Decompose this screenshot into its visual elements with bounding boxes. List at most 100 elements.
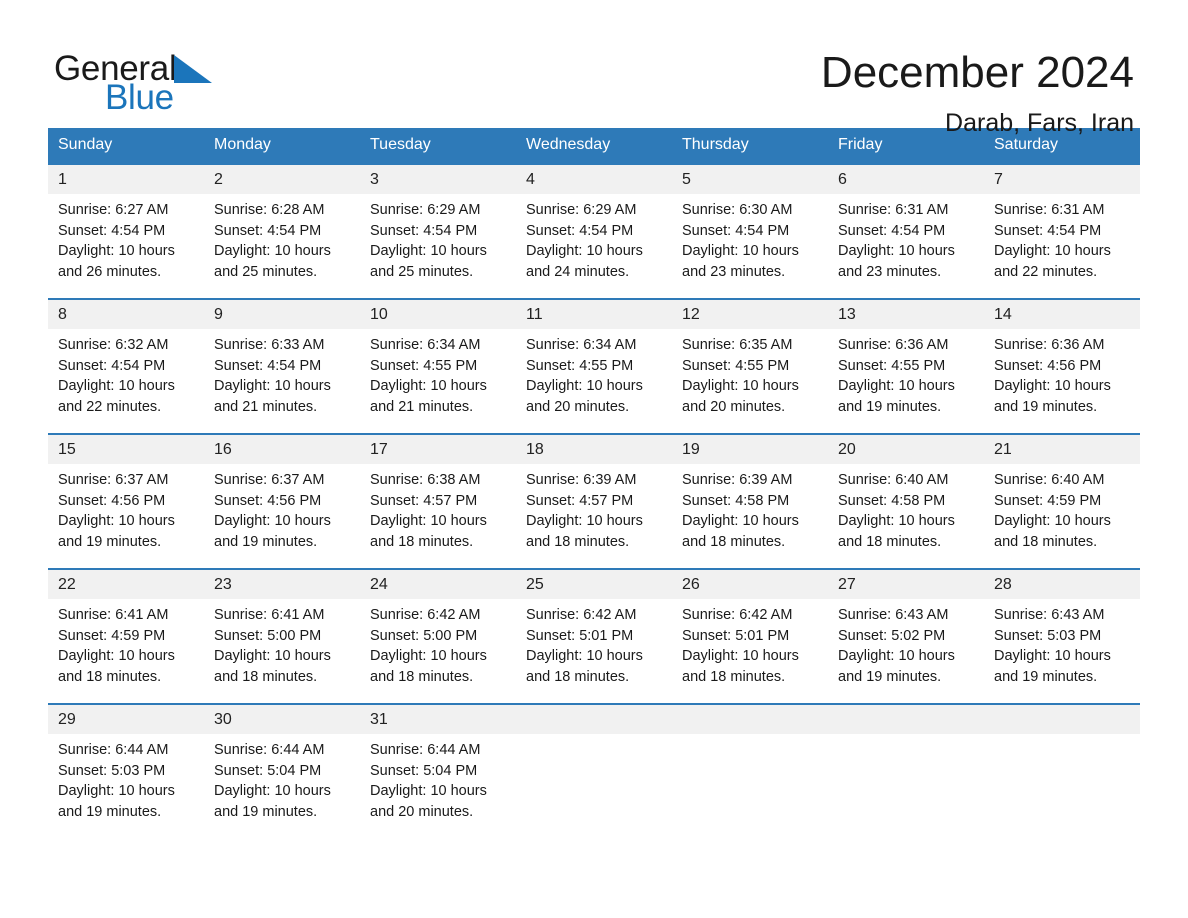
day-cell-body: 14 Sunrise: 6:36 AM Sunset: 4:56 PM Dayligh… xyxy=(984,298,1140,433)
day-cell-body: 26 Sunrise: 6:42 AM Sunset: 5:01 PM Dayligh… xyxy=(672,568,828,703)
day-details: Sunrise: 6:42 AM Sunset: 5:01 PM Daylight:… xyxy=(672,599,828,688)
sunrise-text: Sunrise: 6:41 AM xyxy=(214,607,325,623)
day-number: 18 xyxy=(516,435,672,464)
calendar-day-cell[interactable]: 9 Sunrise: 6:33 AM Sunset: 4:54 PM Daylight… xyxy=(204,298,360,433)
day-details: Sunrise: 6:40 AM Sunset: 4:58 PM Daylight:… xyxy=(828,464,984,553)
day-details: Sunrise: 6:43 AM Sunset: 5:02 PM Daylight:… xyxy=(828,599,984,688)
calendar-day-cell[interactable]: 12 Sunrise: 6:35 AM Sunset: 4:55 PM Dayligh… xyxy=(672,298,828,433)
calendar-day-cell[interactable]: 30 Sunrise: 6:44 AM Sunset: 5:04 PM Dayligh… xyxy=(204,703,360,838)
daylight-text: Daylight: 10 hours and 26 minutes. xyxy=(58,243,175,281)
daylight-text: Daylight: 10 hours and 21 minutes. xyxy=(214,378,331,416)
day-cell-body: 17 Sunrise: 6:38 AM Sunset: 4:57 PM Dayligh… xyxy=(360,433,516,568)
calendar-day-cell[interactable]: 10 Sunrise: 6:34 AM Sunset: 4:55 PM Dayligh… xyxy=(360,298,516,433)
daylight-text: Daylight: 10 hours and 18 minutes. xyxy=(526,648,643,686)
day-details: Sunrise: 6:33 AM Sunset: 4:54 PM Daylight:… xyxy=(204,329,360,418)
sunset-text: Sunset: 4:54 PM xyxy=(214,222,322,239)
calendar-cell-empty xyxy=(828,703,984,838)
day-details: Sunrise: 6:41 AM Sunset: 5:00 PM Daylight:… xyxy=(204,599,360,688)
day-details: Sunrise: 6:38 AM Sunset: 4:57 PM Daylight:… xyxy=(360,464,516,553)
calendar-day-cell[interactable]: 21 Sunrise: 6:40 AM Sunset: 4:59 PM Dayligh… xyxy=(984,433,1140,568)
calendar-day-cell[interactable]: 13 Sunrise: 6:36 AM Sunset: 4:55 PM Dayligh… xyxy=(828,298,984,433)
sunrise-text: Sunrise: 6:36 AM xyxy=(838,337,949,353)
sunset-text: Sunset: 4:59 PM xyxy=(58,627,166,644)
sunset-text: Sunset: 4:54 PM xyxy=(58,222,166,239)
sunrise-text: Sunrise: 6:35 AM xyxy=(682,337,793,353)
calendar-day-cell[interactable]: 27 Sunrise: 6:43 AM Sunset: 5:02 PM Dayligh… xyxy=(828,568,984,703)
sunrise-text: Sunrise: 6:31 AM xyxy=(838,202,949,218)
calendar-day-cell[interactable]: 22 Sunrise: 6:41 AM Sunset: 4:59 PM Dayligh… xyxy=(48,568,204,703)
day-number: 27 xyxy=(828,570,984,599)
calendar-day-cell[interactable]: 31 Sunrise: 6:44 AM Sunset: 5:04 PM Dayligh… xyxy=(360,703,516,838)
calendar-day-cell[interactable]: 2 Sunrise: 6:28 AM Sunset: 4:54 PM Daylight… xyxy=(204,163,360,298)
calendar-day-cell[interactable]: 20 Sunrise: 6:40 AM Sunset: 4:58 PM Dayligh… xyxy=(828,433,984,568)
day-number: 5 xyxy=(672,165,828,194)
day-number: 21 xyxy=(984,435,1140,464)
day-cell-body: 1 Sunrise: 6:27 AM Sunset: 4:54 PM Daylight… xyxy=(48,163,204,298)
daylight-text: Daylight: 10 hours and 19 minutes. xyxy=(994,378,1111,416)
calendar-day-cell[interactable]: 24 Sunrise: 6:42 AM Sunset: 5:00 PM Dayligh… xyxy=(360,568,516,703)
calendar-day-cell[interactable]: 11 Sunrise: 6:34 AM Sunset: 4:55 PM Dayligh… xyxy=(516,298,672,433)
day-number xyxy=(984,705,1140,734)
sunrise-text: Sunrise: 6:32 AM xyxy=(58,337,169,353)
daylight-text: Daylight: 10 hours and 18 minutes. xyxy=(682,513,799,551)
calendar-day-cell[interactable]: 29 Sunrise: 6:44 AM Sunset: 5:03 PM Dayligh… xyxy=(48,703,204,838)
sunrise-text: Sunrise: 6:29 AM xyxy=(370,202,481,218)
calendar-day-cell[interactable]: 5 Sunrise: 6:30 AM Sunset: 4:54 PM Daylight… xyxy=(672,163,828,298)
calendar-day-cell[interactable]: 25 Sunrise: 6:42 AM Sunset: 5:01 PM Dayligh… xyxy=(516,568,672,703)
day-details: Sunrise: 6:42 AM Sunset: 5:01 PM Daylight:… xyxy=(516,599,672,688)
day-cell-body: 2 Sunrise: 6:28 AM Sunset: 4:54 PM Daylight… xyxy=(204,163,360,298)
calendar-day-cell[interactable]: 14 Sunrise: 6:36 AM Sunset: 4:56 PM Dayligh… xyxy=(984,298,1140,433)
sunrise-text: Sunrise: 6:44 AM xyxy=(58,742,169,758)
sunrise-text: Sunrise: 6:44 AM xyxy=(214,742,325,758)
day-details: Sunrise: 6:31 AM Sunset: 4:54 PM Daylight:… xyxy=(984,194,1140,283)
sunset-text: Sunset: 4:55 PM xyxy=(838,357,946,374)
daylight-text: Daylight: 10 hours and 21 minutes. xyxy=(370,378,487,416)
day-number: 28 xyxy=(984,570,1140,599)
sunrise-text: Sunrise: 6:29 AM xyxy=(526,202,637,218)
day-number: 9 xyxy=(204,300,360,329)
general-blue-logo: General Blue xyxy=(54,46,294,120)
sunset-text: Sunset: 4:58 PM xyxy=(682,492,790,509)
sunrise-text: Sunrise: 6:43 AM xyxy=(838,607,949,623)
calendar-day-cell[interactable]: 19 Sunrise: 6:39 AM Sunset: 4:58 PM Dayligh… xyxy=(672,433,828,568)
day-number: 4 xyxy=(516,165,672,194)
sunset-text: Sunset: 4:54 PM xyxy=(994,222,1102,239)
day-number: 7 xyxy=(984,165,1140,194)
daylight-text: Daylight: 10 hours and 19 minutes. xyxy=(838,378,955,416)
day-number: 24 xyxy=(360,570,516,599)
calendar-day-cell[interactable]: 17 Sunrise: 6:38 AM Sunset: 4:57 PM Dayligh… xyxy=(360,433,516,568)
sunset-text: Sunset: 5:00 PM xyxy=(214,627,322,644)
calendar-day-cell[interactable]: 16 Sunrise: 6:37 AM Sunset: 4:56 PM Dayligh… xyxy=(204,433,360,568)
calendar-day-cell[interactable]: 18 Sunrise: 6:39 AM Sunset: 4:57 PM Dayligh… xyxy=(516,433,672,568)
day-cell-body: 9 Sunrise: 6:33 AM Sunset: 4:54 PM Daylight… xyxy=(204,298,360,433)
sunrise-text: Sunrise: 6:37 AM xyxy=(58,472,169,488)
daylight-text: Daylight: 10 hours and 18 minutes. xyxy=(526,513,643,551)
sunrise-text: Sunrise: 6:36 AM xyxy=(994,337,1105,353)
calendar-day-cell[interactable]: 1 Sunrise: 6:27 AM Sunset: 4:54 PM Daylight… xyxy=(48,163,204,298)
calendar-week-row: 29 Sunrise: 6:44 AM Sunset: 5:03 PM Dayligh… xyxy=(48,703,1140,838)
calendar-day-cell[interactable]: 15 Sunrise: 6:37 AM Sunset: 4:56 PM Dayligh… xyxy=(48,433,204,568)
calendar-body: 1 Sunrise: 6:27 AM Sunset: 4:54 PM Daylight… xyxy=(48,163,1140,838)
calendar-day-cell[interactable]: 8 Sunrise: 6:32 AM Sunset: 4:54 PM Daylight… xyxy=(48,298,204,433)
calendar-day-cell[interactable]: 26 Sunrise: 6:42 AM Sunset: 5:01 PM Dayligh… xyxy=(672,568,828,703)
sunset-text: Sunset: 5:00 PM xyxy=(370,627,478,644)
day-cell-body: 25 Sunrise: 6:42 AM Sunset: 5:01 PM Dayligh… xyxy=(516,568,672,703)
day-cell-body: 3 Sunrise: 6:29 AM Sunset: 4:54 PM Daylight… xyxy=(360,163,516,298)
daylight-text: Daylight: 10 hours and 18 minutes. xyxy=(214,648,331,686)
day-cell-body: 28 Sunrise: 6:43 AM Sunset: 5:03 PM Dayligh… xyxy=(984,568,1140,703)
day-cell-body xyxy=(516,703,672,838)
calendar-day-cell[interactable]: 6 Sunrise: 6:31 AM Sunset: 4:54 PM Daylight… xyxy=(828,163,984,298)
weekday-header-sunday: Sunday xyxy=(48,128,204,163)
sunset-text: Sunset: 5:04 PM xyxy=(214,762,322,779)
calendar-day-cell[interactable]: 28 Sunrise: 6:43 AM Sunset: 5:03 PM Dayligh… xyxy=(984,568,1140,703)
calendar-cell-empty xyxy=(516,703,672,838)
calendar-day-cell[interactable]: 23 Sunrise: 6:41 AM Sunset: 5:00 PM Dayligh… xyxy=(204,568,360,703)
sunset-text: Sunset: 4:55 PM xyxy=(526,357,634,374)
calendar-day-cell[interactable]: 7 Sunrise: 6:31 AM Sunset: 4:54 PM Daylight… xyxy=(984,163,1140,298)
day-number: 2 xyxy=(204,165,360,194)
calendar-day-cell[interactable]: 3 Sunrise: 6:29 AM Sunset: 4:54 PM Daylight… xyxy=(360,163,516,298)
daylight-text: Daylight: 10 hours and 19 minutes. xyxy=(214,783,331,821)
sunset-text: Sunset: 4:56 PM xyxy=(994,357,1102,374)
calendar-day-cell[interactable]: 4 Sunrise: 6:29 AM Sunset: 4:54 PM Daylight… xyxy=(516,163,672,298)
sunset-text: Sunset: 4:57 PM xyxy=(370,492,478,509)
